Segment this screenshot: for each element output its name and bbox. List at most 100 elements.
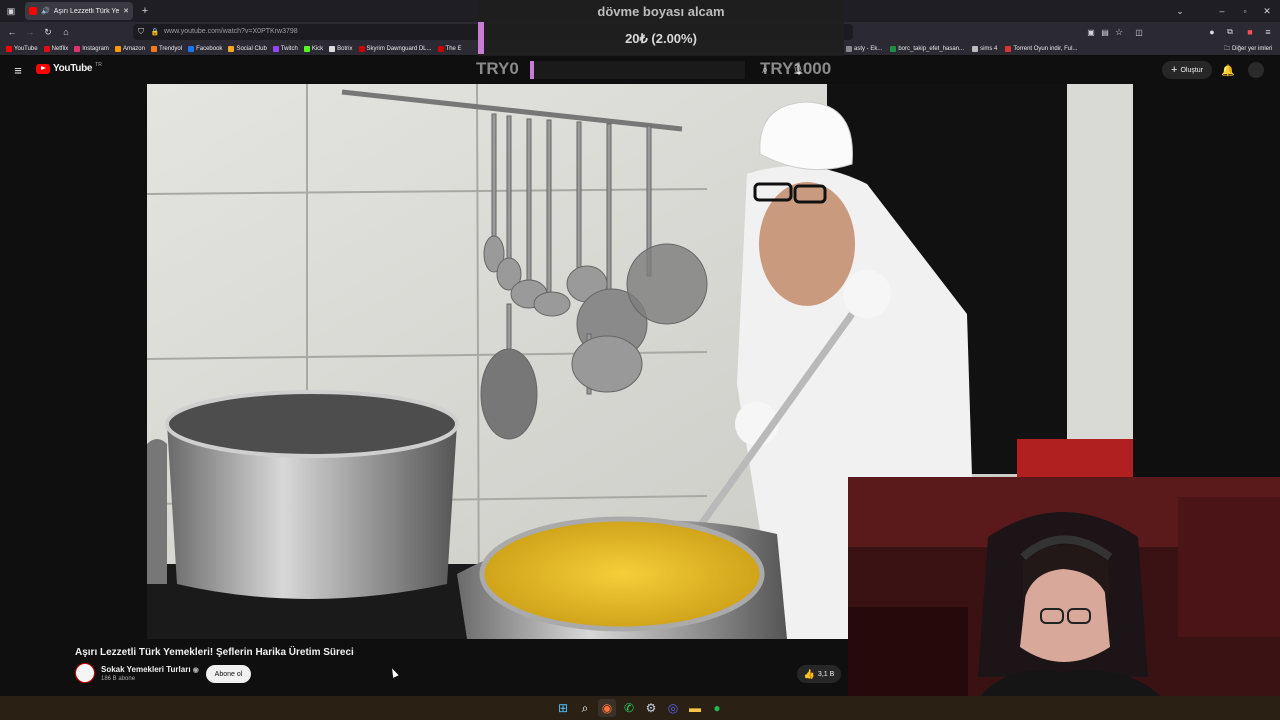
picture-in-picture-icon[interactable]: ▣ [1085, 25, 1097, 39]
bookmark-label: sims 4 [980, 46, 998, 52]
left-bookmark-6[interactable]: Social Club [228, 44, 267, 54]
bookmark-favicon-icon [1005, 46, 1012, 52]
bookmark-favicon-icon [972, 46, 979, 52]
url-text[interactable]: www.youtube.com/watch?v=X0PTKrw3798 [164, 28, 298, 35]
youtube-logo[interactable]: YouTube TR [36, 61, 102, 74]
other-bookmarks[interactable]: 🗀 Diğer yer imleri [1224, 44, 1272, 54]
minimize-icon[interactable]: – [1216, 4, 1228, 18]
speaker-icon[interactable]: 🔊 [41, 7, 50, 15]
maximize-icon[interactable]: ▫ [1239, 4, 1251, 18]
hamburger-menu-icon[interactable]: ≡ [11, 63, 25, 78]
bookmark-favicon-icon [272, 46, 279, 52]
menu-icon[interactable]: ≡ [1262, 25, 1274, 39]
search-icon[interactable]: ⌕ [576, 699, 594, 717]
bookmark-label: asty - Ek... [854, 46, 883, 52]
bookmark-label: YouTube [14, 46, 38, 52]
bookmark-favicon-icon [228, 46, 235, 52]
home-icon[interactable]: ⌂ [60, 25, 72, 39]
other-bookmarks-label: Diğer yer imleri [1232, 46, 1273, 52]
bookmark-favicon-icon [358, 46, 365, 52]
subscribe-button[interactable]: Abone ol [206, 665, 251, 683]
channel-name[interactable]: Sokak Yemekleri Turları ◉ [101, 665, 199, 674]
account-icon[interactable]: ● [1206, 25, 1218, 39]
bookmark-favicon-icon [150, 46, 157, 52]
left-bookmark-7[interactable]: Twitch [272, 44, 298, 54]
bookmark-label: Torrent Oyun indir, Ful... [1013, 46, 1078, 52]
left-bookmark-5[interactable]: Facebook [188, 44, 222, 54]
youtube-region: TR [95, 61, 102, 68]
extensions-icon[interactable]: ⧉ [1224, 25, 1236, 39]
verified-check-icon: ◉ [192, 667, 199, 674]
youtube-play-logo-icon [36, 63, 50, 74]
lock-icon[interactable]: 🔒 [150, 26, 160, 38]
bookmark-favicon-icon [329, 46, 336, 52]
bookmark-favicon-icon [114, 46, 121, 52]
left-bookmark-4[interactable]: Trendyol [150, 44, 182, 54]
back-icon[interactable]: ← [6, 25, 18, 39]
windows-start-icon[interactable]: ⊞ [554, 699, 572, 717]
close-tab-icon[interactable]: ✕ [123, 7, 129, 15]
bookmark-label: Netflix [51, 46, 69, 52]
tab-overview-icon[interactable]: ▣ [4, 4, 18, 18]
donation-amount: 20₺ (2.00%) [625, 31, 697, 46]
bookmarks-right: asty - Ek... borc_takip_efet_hasan... sims… [846, 44, 1077, 54]
bookmark-label: Twitch [280, 46, 298, 52]
webcam-frame [848, 477, 1280, 720]
bookmark-favicon-icon [74, 46, 81, 52]
firefox-icon[interactable]: ◉ [598, 699, 616, 717]
left-bookmark-9[interactable]: Botrix [329, 44, 353, 54]
tracking-shield-icon[interactable]: ⛉ [136, 26, 146, 38]
forward-icon[interactable]: → [24, 25, 36, 39]
left-bookmark-10[interactable]: Skyrim Dawnguard DL... [358, 44, 432, 54]
close-window-icon[interactable]: ✕ [1261, 4, 1273, 18]
reader-view-icon[interactable]: ▤ [1099, 25, 1111, 39]
bookmark-star-icon[interactable]: ☆ [1113, 25, 1125, 39]
right-bookmark-2[interactable]: sims 4 [972, 44, 997, 54]
left-bookmark-8[interactable]: Kick [303, 44, 324, 54]
left-bookmark-0[interactable]: YouTube [6, 44, 38, 54]
steam-icon[interactable]: ⚙ [642, 699, 660, 717]
youtube-logo-text: YouTube [53, 63, 93, 74]
thumbs-up-icon: 👍 [803, 668, 815, 679]
tab-list-chevron-icon[interactable]: ⌄ [1174, 4, 1186, 18]
bookmark-label: Instagram [82, 46, 109, 52]
taskbar-icons: ⊞ ⌕ ◉ ✆ ⚙ ◎ ▬ ● [554, 699, 726, 717]
whatsapp-icon[interactable]: ✆ [620, 699, 638, 717]
voice-search-icon[interactable]: 🎙 [792, 62, 805, 78]
file-explorer-icon[interactable]: ▬ [686, 699, 704, 717]
donation-goal-fill [530, 61, 535, 79]
subscriber-count: 186 B abone [101, 676, 136, 682]
bookmark-label: Kick [311, 46, 324, 52]
bookmark-favicon-icon [43, 46, 50, 52]
donation-message: dövme boyası alcam [597, 4, 725, 19]
streamer-webcam [848, 477, 1280, 720]
left-bookmark-2[interactable]: Instagram [74, 44, 109, 54]
donation-goal-bar [530, 61, 745, 79]
right-bookmark-1[interactable]: borc_takip_efet_hasan... [890, 44, 964, 54]
reload-icon[interactable]: ↻ [42, 25, 54, 39]
bookmark-label: Facebook [196, 46, 223, 52]
plus-icon: + [1171, 64, 1178, 76]
discord-icon[interactable]: ◎ [664, 699, 682, 717]
screenshot-icon[interactable]: ◫ [1133, 25, 1145, 39]
bookmark-favicon-icon [846, 46, 852, 52]
like-button[interactable]: 👍 3,1 B [797, 665, 841, 683]
right-bookmark-0[interactable]: asty - Ek... [846, 44, 882, 54]
create-button[interactable]: + Oluştur [1162, 61, 1212, 79]
bookmark-label: borc_takip_efet_hasan... [898, 46, 965, 52]
left-bookmark-3[interactable]: Amazon [114, 44, 145, 54]
avatar[interactable] [1248, 62, 1264, 78]
notifications-bell-icon[interactable]: 🔔 [1221, 62, 1235, 78]
channel-avatar[interactable] [75, 663, 95, 683]
search-icon[interactable]: ⌕ [758, 62, 772, 78]
right-bookmark-3[interactable]: Torrent Oyun indir, Ful... [1005, 44, 1077, 54]
spotify-icon[interactable]: ● [708, 699, 726, 717]
browser-tab-active[interactable]: 🔊 Aşırı Lezzetli Türk Yemekleri ✕ [25, 2, 133, 20]
left-bookmark-1[interactable]: Netflix [43, 44, 69, 54]
left-bookmark-11[interactable]: The E [437, 44, 462, 54]
bookmark-favicon-icon [437, 46, 444, 52]
notification-extension-icon[interactable]: ■ [1244, 25, 1256, 39]
new-tab-icon[interactable]: + [139, 4, 151, 18]
bookmark-favicon-icon [188, 46, 195, 52]
youtube-favicon-icon [29, 7, 37, 15]
